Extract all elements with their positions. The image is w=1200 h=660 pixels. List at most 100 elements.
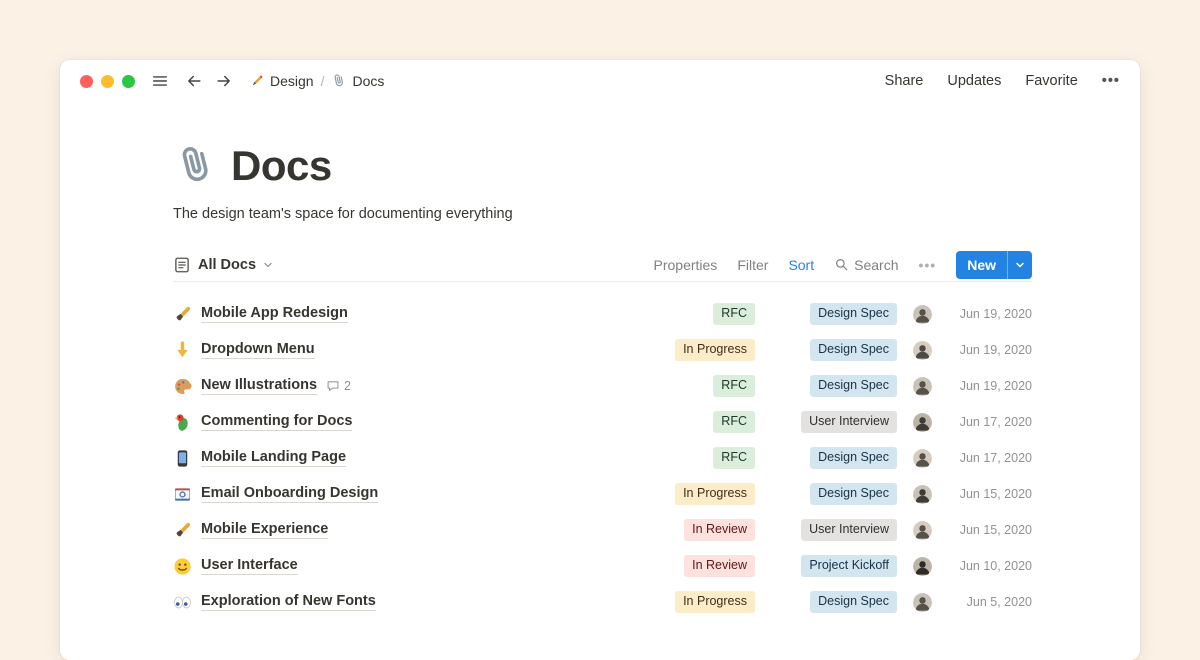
status-badge[interactable]: In Progress bbox=[675, 339, 755, 361]
status-badge[interactable]: RFC bbox=[713, 375, 755, 397]
sidebar-menu-icon[interactable] bbox=[151, 72, 169, 90]
email-icon bbox=[173, 485, 192, 504]
avatar bbox=[913, 413, 932, 432]
doc-title-link[interactable]: Commenting for Docs bbox=[201, 413, 352, 431]
palette-icon bbox=[173, 377, 192, 396]
traffic-lights bbox=[80, 75, 135, 88]
back-arrow-icon[interactable] bbox=[185, 72, 203, 90]
sort-button[interactable]: Sort bbox=[788, 257, 814, 273]
dropdown-arrow-icon bbox=[173, 341, 192, 360]
comment-count-value: 2 bbox=[344, 379, 351, 393]
view-switcher[interactable]: All Docs bbox=[173, 256, 273, 274]
avatar bbox=[913, 449, 932, 468]
titlebar: Design / Docs Share Updates Favorite ••• bbox=[60, 60, 1140, 102]
comment-count[interactable]: 2 bbox=[326, 379, 351, 393]
forward-arrow-icon[interactable] bbox=[215, 72, 233, 90]
tag-badge[interactable]: Design Spec bbox=[810, 303, 897, 325]
doc-title-link[interactable]: Mobile Landing Page bbox=[201, 449, 346, 467]
new-dropdown-button[interactable] bbox=[1008, 251, 1032, 279]
chevron-down-icon bbox=[263, 260, 273, 270]
comment-bubble-icon bbox=[326, 379, 340, 393]
avatar bbox=[913, 377, 932, 396]
tag-badge[interactable]: Design Spec bbox=[810, 483, 897, 505]
avatar bbox=[913, 521, 932, 540]
paintbrush-icon bbox=[173, 305, 192, 324]
date-cell[interactable]: Jun 17, 2020 bbox=[944, 415, 1032, 429]
table-row[interactable]: User Interface In Review Project Kickoff… bbox=[173, 548, 1032, 584]
doc-title-link[interactable]: Email Onboarding Design bbox=[201, 485, 378, 503]
breadcrumb-label: Design bbox=[270, 73, 314, 89]
page-description[interactable]: The design team's space for documenting … bbox=[173, 206, 1032, 222]
pencil-icon bbox=[249, 73, 265, 89]
doc-title-link[interactable]: Mobile Experience bbox=[201, 521, 328, 539]
doc-title-link[interactable]: Mobile App Redesign bbox=[201, 305, 348, 323]
table-row[interactable]: Mobile Landing Page RFC Design Spec Jun … bbox=[173, 440, 1032, 476]
tag-badge[interactable]: User Interview bbox=[801, 519, 897, 541]
avatar bbox=[913, 341, 932, 360]
new-button[interactable]: New bbox=[956, 251, 1007, 279]
avatar bbox=[913, 305, 932, 324]
status-badge[interactable]: In Review bbox=[684, 519, 755, 541]
minimize-button[interactable] bbox=[101, 75, 114, 88]
properties-button[interactable]: Properties bbox=[654, 257, 718, 273]
more-options-icon[interactable]: ••• bbox=[1102, 73, 1120, 89]
date-cell[interactable]: Jun 19, 2020 bbox=[944, 379, 1032, 393]
table-row[interactable]: Dropdown Menu In Progress Design Spec Ju… bbox=[173, 332, 1032, 368]
status-badge[interactable]: RFC bbox=[713, 447, 755, 469]
table-row[interactable]: Exploration of New Fonts In Progress Des… bbox=[173, 584, 1032, 620]
page-paperclip-icon bbox=[173, 143, 219, 189]
date-cell[interactable]: Jun 17, 2020 bbox=[944, 451, 1032, 465]
docs-table: Mobile App Redesign RFC Design Spec Jun … bbox=[173, 296, 1032, 620]
search-label: Search bbox=[854, 257, 898, 273]
breadcrumb-item-docs[interactable]: Docs bbox=[331, 73, 384, 89]
status-badge[interactable]: RFC bbox=[713, 303, 755, 325]
tag-badge[interactable]: Design Spec bbox=[810, 447, 897, 469]
table-row[interactable]: Mobile Experience In Review User Intervi… bbox=[173, 512, 1032, 548]
date-cell[interactable]: Jun 10, 2020 bbox=[944, 559, 1032, 573]
status-badge[interactable]: In Progress bbox=[675, 591, 755, 613]
filter-button[interactable]: Filter bbox=[737, 257, 768, 273]
table-row[interactable]: Commenting for Docs RFC User Interview J… bbox=[173, 404, 1032, 440]
table-row[interactable]: New Illustrations 2 RFC Design Spec Jun … bbox=[173, 368, 1032, 404]
doc-title-link[interactable]: Exploration of New Fonts bbox=[201, 593, 376, 611]
tag-badge[interactable]: Design Spec bbox=[810, 339, 897, 361]
page-title[interactable]: Docs bbox=[173, 142, 1032, 190]
date-cell[interactable]: Jun 5, 2020 bbox=[944, 595, 1032, 609]
paperclip-icon bbox=[331, 73, 347, 89]
table-row[interactable]: Mobile App Redesign RFC Design Spec Jun … bbox=[173, 296, 1032, 332]
parrot-icon bbox=[173, 413, 192, 432]
tag-badge[interactable]: Design Spec bbox=[810, 375, 897, 397]
share-button[interactable]: Share bbox=[885, 73, 924, 89]
breadcrumb: Design / Docs bbox=[249, 73, 384, 89]
date-cell[interactable]: Jun 15, 2020 bbox=[944, 487, 1032, 501]
avatar bbox=[913, 485, 932, 504]
doc-title-link[interactable]: Dropdown Menu bbox=[201, 341, 315, 359]
breadcrumb-label: Docs bbox=[352, 73, 384, 89]
table-row[interactable]: Email Onboarding Design In Progress Desi… bbox=[173, 476, 1032, 512]
tag-badge[interactable]: Design Spec bbox=[810, 591, 897, 613]
view-switcher-label: All Docs bbox=[198, 257, 256, 273]
toolbar-more-icon[interactable]: ••• bbox=[918, 257, 936, 273]
favorite-button[interactable]: Favorite bbox=[1025, 73, 1077, 89]
breadcrumb-item-design[interactable]: Design bbox=[249, 73, 314, 89]
status-badge[interactable]: In Review bbox=[684, 555, 755, 577]
date-cell[interactable]: Jun 15, 2020 bbox=[944, 523, 1032, 537]
updates-button[interactable]: Updates bbox=[947, 73, 1001, 89]
date-cell[interactable]: Jun 19, 2020 bbox=[944, 343, 1032, 357]
tag-badge[interactable]: Project Kickoff bbox=[801, 555, 897, 577]
search-button[interactable]: Search bbox=[834, 257, 898, 273]
tag-badge[interactable]: User Interview bbox=[801, 411, 897, 433]
breadcrumb-separator: / bbox=[321, 73, 325, 89]
zoom-button[interactable] bbox=[122, 75, 135, 88]
search-icon bbox=[834, 257, 849, 272]
avatar bbox=[913, 593, 932, 612]
eyes-icon bbox=[173, 593, 192, 612]
status-badge[interactable]: RFC bbox=[713, 411, 755, 433]
view-toolbar: All Docs Properties Filter Sort Search •… bbox=[173, 254, 1032, 282]
date-cell[interactable]: Jun 19, 2020 bbox=[944, 307, 1032, 321]
status-badge[interactable]: In Progress bbox=[675, 483, 755, 505]
doc-title-link[interactable]: User Interface bbox=[201, 557, 298, 575]
close-button[interactable] bbox=[80, 75, 93, 88]
doc-title-link[interactable]: New Illustrations bbox=[201, 377, 317, 395]
paintbrush-icon bbox=[173, 521, 192, 540]
